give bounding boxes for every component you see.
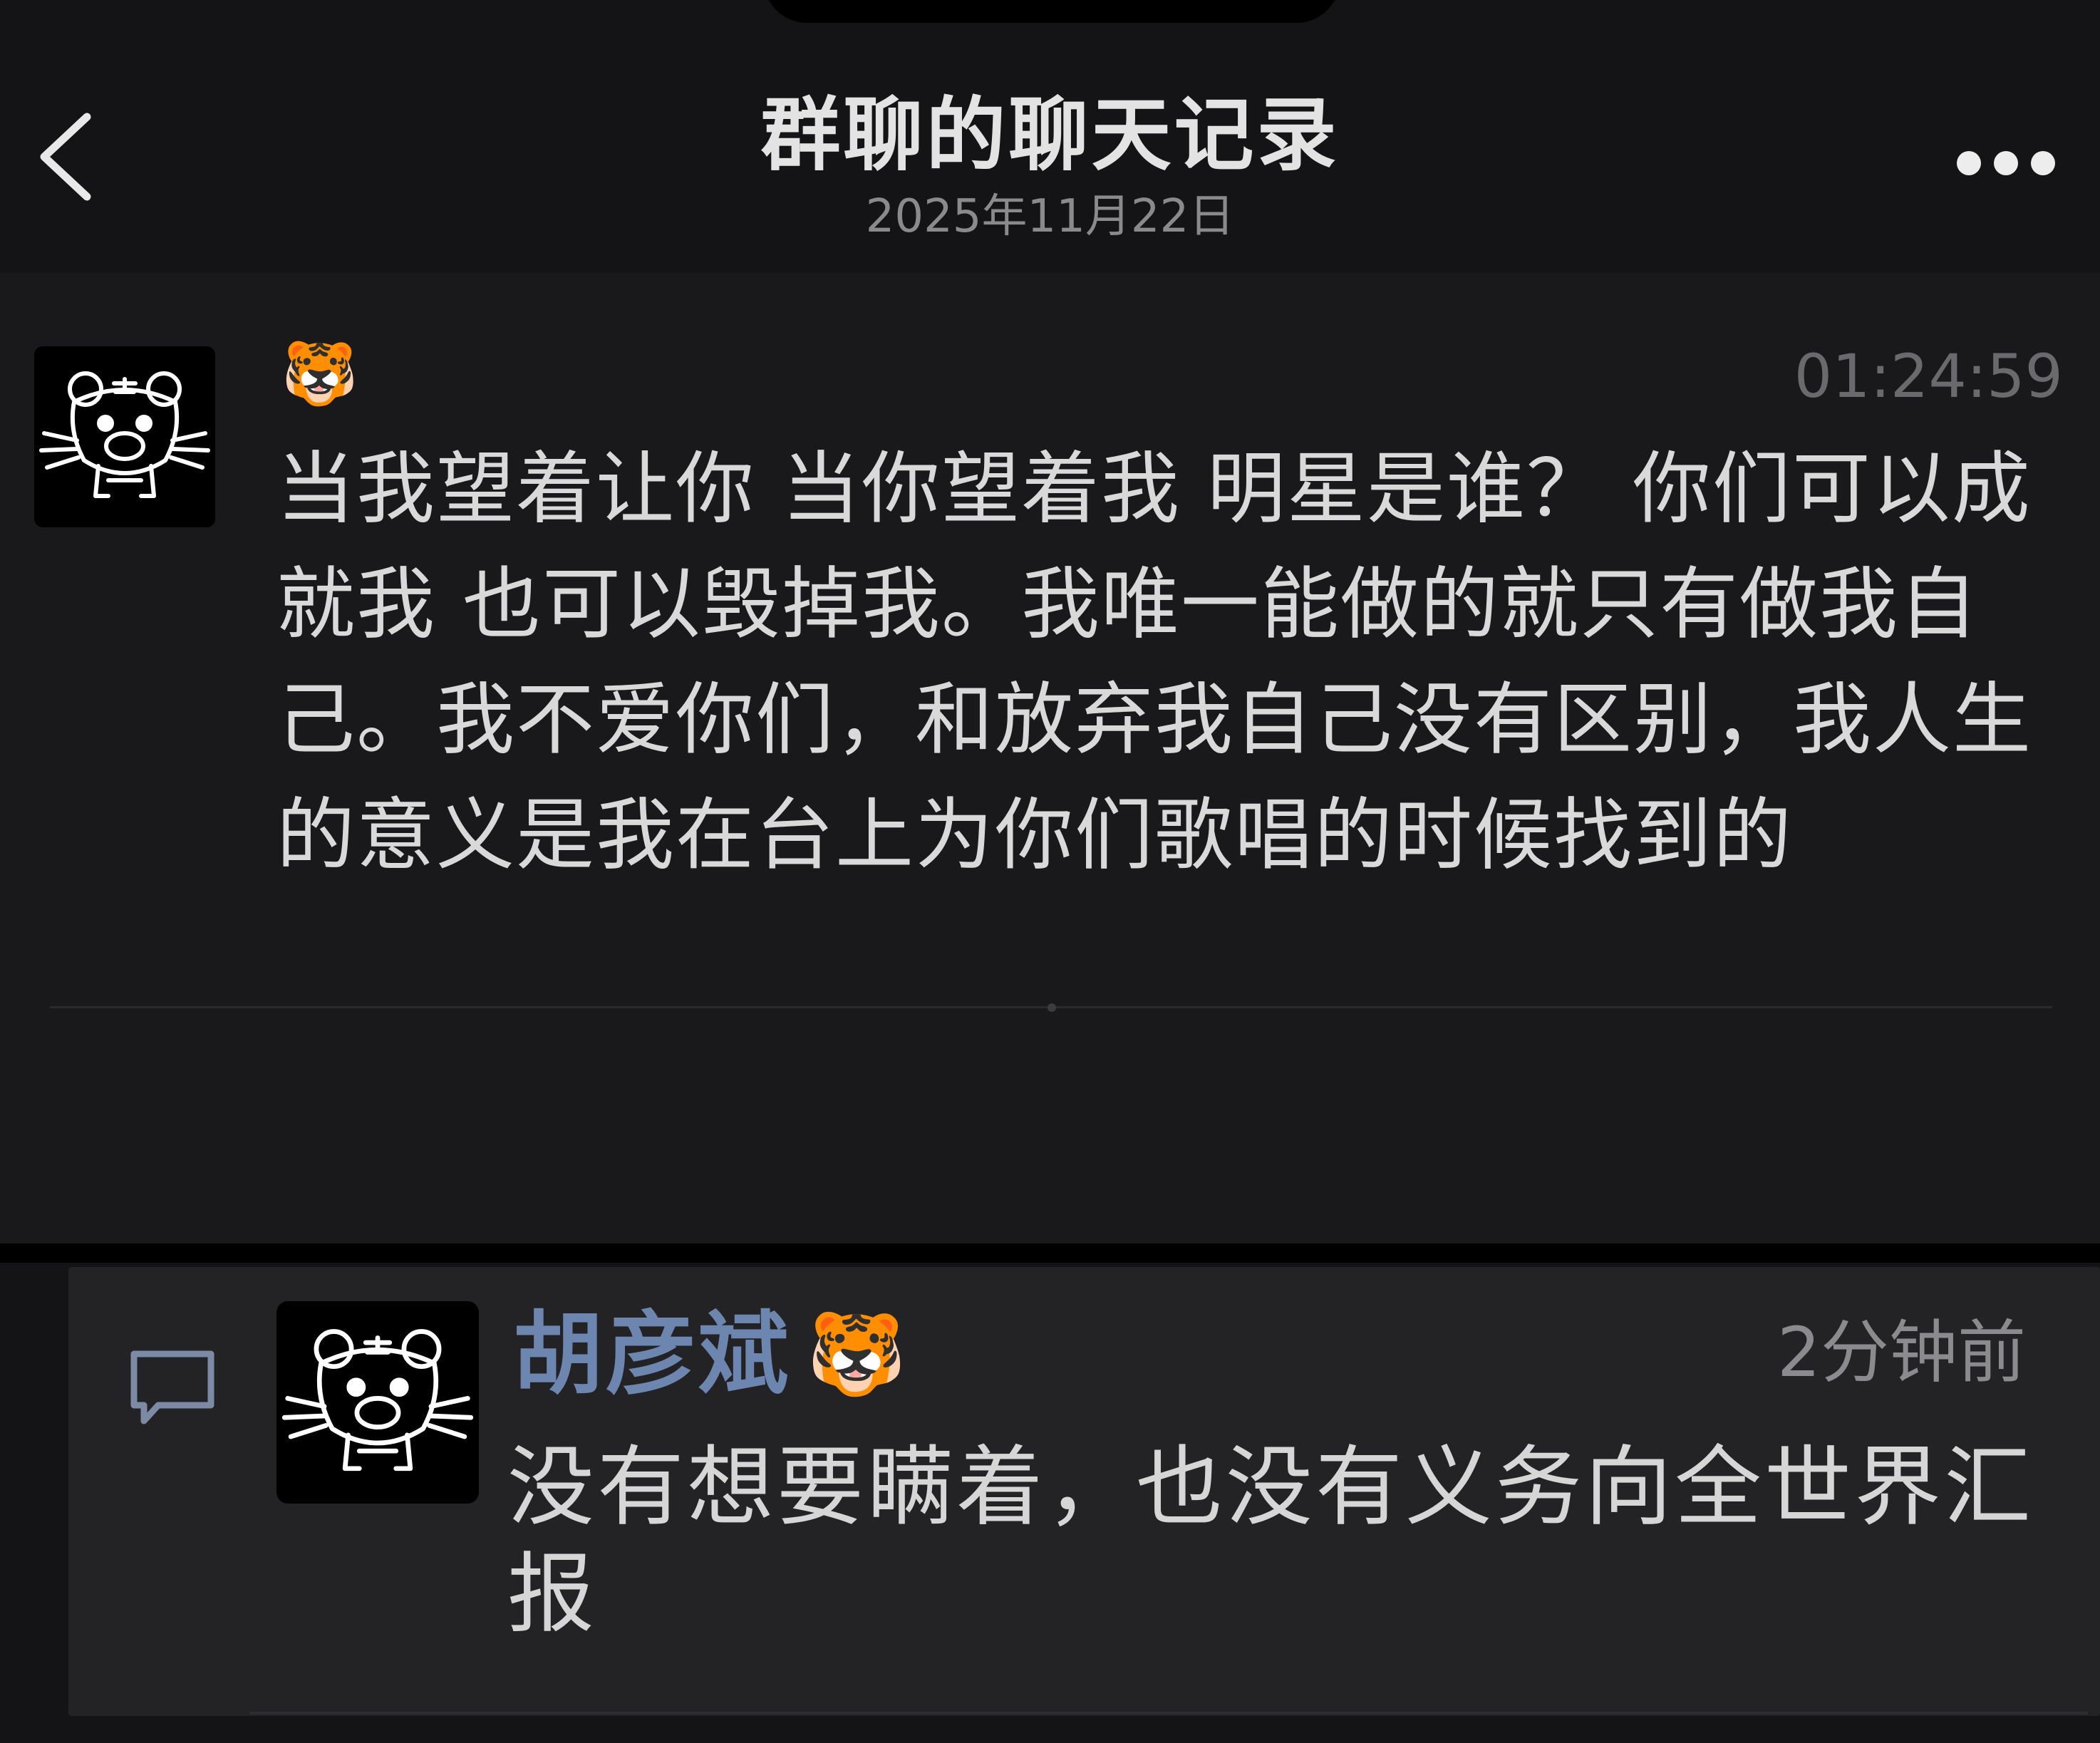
tiger-avatar-icon: [281, 1329, 474, 1472]
comment-button[interactable]: [125, 1345, 219, 1431]
message-timestamp: 01:24:59: [1794, 341, 2063, 411]
sender-name: 🐯: [281, 338, 358, 410]
more-dot-icon: [2031, 151, 2055, 175]
comment-bubble-icon: [130, 1350, 214, 1424]
message-text: 当我望着让你 当你望着我 明星是谁？ 你们可以成就我 也可以毁掉我。我唯一能做的…: [276, 443, 2032, 881]
title-block: 群聊的聊天记录 2025年11月22日: [0, 86, 2100, 245]
page-title: 群聊的聊天记录: [760, 89, 1340, 182]
more-dot-icon: [1957, 151, 1981, 175]
chat-history-screen: 群聊的聊天记录 2025年11月22日 🐯 01:24:59 当我望着让你 当你…: [0, 0, 2100, 1243]
more-button[interactable]: [1952, 143, 2059, 185]
comment-timestamp: 2分钟前: [1776, 1313, 2026, 1392]
avatar[interactable]: [34, 346, 215, 527]
divider: [249, 1712, 2088, 1714]
tiger-avatar-icon: [39, 371, 210, 498]
more-dot-icon: [1994, 151, 2018, 175]
comment-avatar[interactable]: [276, 1301, 479, 1504]
divider-dot: [1048, 1003, 1056, 1012]
tiger-emoji-badge: 🐯: [807, 1308, 906, 1401]
comment-author-row: 胡彦斌 🐯: [513, 1301, 906, 1408]
screenshot-composite: 群聊的聊天记录 2025年11月22日 🐯 01:24:59 当我望着让你 当你…: [0, 0, 2100, 1743]
navigation-bar: 群聊的聊天记录 2025年11月22日: [0, 0, 2100, 273]
comment-text: 没有想要瞒着，也没有义务向全世界汇报: [507, 1437, 2034, 1645]
page-date: 2025年11月22日: [865, 190, 1235, 243]
comment-author-name[interactable]: 胡彦斌: [513, 1301, 791, 1408]
device-notch: [764, 0, 1340, 23]
